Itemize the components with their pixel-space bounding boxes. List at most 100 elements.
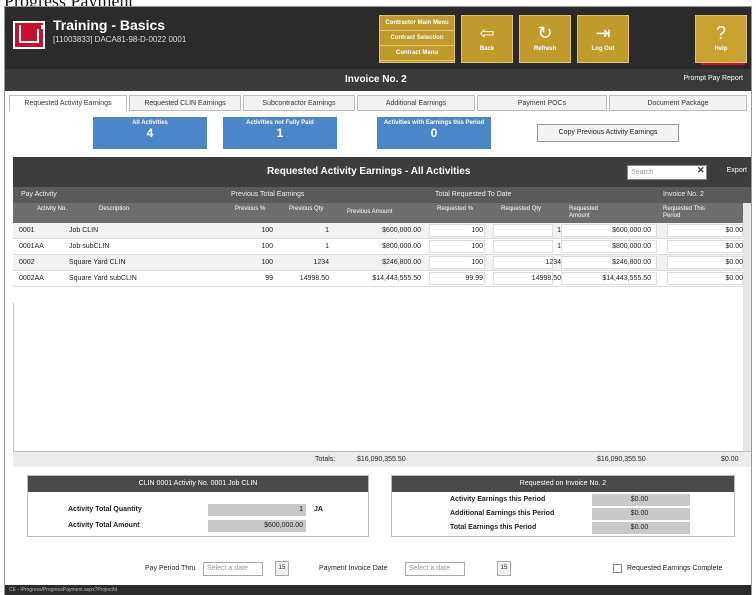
title-bar: Invoice No. 2 Prompt Pay Report: [5, 69, 751, 91]
help-underline: [701, 63, 745, 65]
help-button[interactable]: ? Help: [695, 15, 747, 63]
tab-subcontractor-earnings[interactable]: Subcontractor Earnings: [243, 95, 355, 111]
app-header: Training - Basics [11003833] DACA81-98-D…: [5, 7, 751, 69]
tab-additional-earnings[interactable]: Additional Earnings: [357, 95, 475, 111]
cell-prev-pct: 99: [265, 275, 273, 282]
activity-detail-panel: CLIN 0001 Activity No. 0001 Job CLIN Act…: [27, 475, 369, 537]
cell-period: $0.00: [725, 227, 743, 234]
editable-cell[interactable]: [493, 224, 553, 237]
invoice-title: Invoice No. 2: [345, 74, 407, 85]
col-previous-pct[interactable]: Previous %: [235, 206, 275, 213]
grid-scrollbar[interactable]: [743, 203, 751, 463]
export-button[interactable]: Export: [727, 167, 747, 174]
col-previous-qty[interactable]: Previous Qty: [289, 206, 329, 213]
table-row[interactable]: 0001 Job CLIN 100 1 $600,000.00 100 1 $600,000.…: [13, 223, 751, 239]
cell-prev-amt: $14,443,555.50: [372, 275, 421, 282]
table-row[interactable]: 0002 Square Yard CLIN 100 1234 $246,800.00 10…: [13, 255, 751, 271]
cell-period: $0.00: [725, 243, 743, 250]
cell-prev-amt: $800,000.00: [382, 243, 421, 250]
menu-contract-selection[interactable]: Contract Selection: [380, 31, 454, 46]
activity-qty-value: 1: [208, 504, 306, 516]
cell-activity: 0002: [19, 259, 35, 266]
table-row[interactable]: 0002AA Square Yard subCLIN 99 14998.50 $14,4…: [13, 271, 751, 287]
cell-req-pct: 99.99: [465, 275, 483, 282]
cell-prev-qty: 1: [325, 243, 329, 250]
cell-req-pct: 100: [471, 259, 483, 266]
cell-req-pct: 100: [471, 227, 483, 234]
cell-req-amt: $246,800.00: [612, 259, 651, 266]
grid-rows: 0001 Job CLIN 100 1 $600,000.00 100 1 $600,000.…: [13, 223, 751, 287]
col-requested-qty[interactable]: Requested Qty: [501, 206, 545, 213]
cell-activity: 0001AA: [19, 243, 44, 250]
editable-cell[interactable]: [493, 256, 553, 269]
earnings-complete-checkbox[interactable]: [613, 564, 622, 573]
castle-logo-icon: [13, 21, 45, 49]
cell-req-qty: 1: [557, 243, 561, 250]
activity-detail-header: CLIN 0001 Activity No. 0001 Job CLIN: [28, 476, 368, 492]
refresh-button[interactable]: ↻ Refresh: [519, 15, 571, 63]
cell-prev-pct: 100: [261, 259, 273, 266]
tile-not-fully-paid[interactable]: Activities not Fully Paid 1: [223, 117, 337, 149]
cell-req-amt: $800,000.00: [612, 243, 651, 250]
cell-desc: Square Yard CLIN: [69, 259, 126, 266]
cell-desc: Job CLIN: [69, 227, 99, 234]
cell-activity: 0001: [19, 227, 35, 234]
col-requested-this-period[interactable]: Requested This Period: [663, 206, 723, 220]
grid-empty-area: [13, 303, 751, 451]
invoice-summary-header: Requested on Invoice No. 2: [392, 476, 734, 492]
logout-button[interactable]: ⇥ Log Out: [577, 15, 629, 63]
app-title: Training - Basics: [53, 17, 166, 33]
col-previous-amount[interactable]: Previous Amount: [347, 209, 392, 216]
cell-req-pct: 100: [471, 243, 483, 250]
menu-contractor-main[interactable]: Contractor Main Menu: [380, 16, 454, 31]
grid-column-header: Activity No. Description Previous % Prev…: [13, 203, 751, 223]
grid-title: Requested Activity Earnings - All Activi…: [267, 166, 471, 177]
grid-totals-row: Totals: $16,090,355.50 $16,090,355.50 $0…: [13, 451, 751, 467]
invoice-summary-panel: Requested on Invoice No. 2 Activity Earn…: [391, 475, 735, 537]
tab-requested-activity-earnings[interactable]: Requested Activity Earnings: [9, 95, 127, 111]
total-this-period: $0.00: [721, 456, 739, 463]
clear-search-icon[interactable]: ✕: [697, 165, 705, 176]
help-icon: ?: [715, 23, 726, 43]
app-window: Training - Basics [11003833] DACA81-98-D…: [4, 6, 752, 595]
cell-prev-amt: $600,000.00: [382, 227, 421, 234]
arrow-left-icon: ⇦: [479, 23, 495, 43]
cell-period: $0.00: [725, 275, 743, 282]
status-bar: CE - iProgress/ProgressPayment.aspx?Proj…: [5, 585, 751, 595]
total-previous-amount: $16,090,355.50: [357, 456, 406, 463]
back-button[interactable]: ⇦ Back: [461, 15, 513, 63]
copy-previous-earnings-button[interactable]: Copy Previous Activity Earnings: [537, 124, 679, 142]
footer-fields: Pay Period Thru Select a date 15 Payment…: [13, 561, 751, 579]
pay-period-date-input[interactable]: Select a date: [203, 562, 263, 576]
col-requested-amount[interactable]: Requested Amount: [569, 206, 619, 220]
logout-icon: ⇥: [595, 23, 611, 43]
refresh-icon: ↻: [537, 23, 553, 43]
menu-stack: Contractor Main Menu Contract Selection …: [379, 15, 455, 63]
grid-group-header: Pay Activity Previous Total Earnings Tot…: [13, 187, 751, 203]
editable-cell[interactable]: [493, 240, 553, 253]
grid-toolbar: Requested Activity Earnings - All Activi…: [13, 157, 751, 187]
tab-document-package[interactable]: Document Package: [609, 95, 747, 111]
calendar-icon[interactable]: 15: [275, 561, 289, 576]
tab-payment-pocs[interactable]: Payment POCs: [477, 95, 607, 111]
cell-prev-qty: 1234: [313, 259, 329, 266]
cell-prev-amt: $246,800.00: [382, 259, 421, 266]
menu-contract-menu[interactable]: Contract Menu: [380, 46, 454, 61]
table-row[interactable]: 0001AA Job subCLIN 100 1 $800,000.00 100 1 $800…: [13, 239, 751, 255]
cell-activity: 0002AA: [19, 275, 44, 282]
cell-prev-pct: 100: [261, 227, 273, 234]
calendar-icon[interactable]: 15: [497, 561, 511, 576]
cell-req-amt: $14,443,555.50: [602, 275, 651, 282]
tile-all-activities[interactable]: All Activities 4: [93, 117, 207, 149]
cell-prev-qty: 1: [325, 227, 329, 234]
tab-requested-clin-earnings[interactable]: Requested CLIN Earnings: [129, 95, 241, 111]
grid-search-input[interactable]: Search: [627, 165, 707, 180]
tile-earnings-this-period[interactable]: Activities with Earnings this Period 0: [377, 117, 491, 149]
col-requested-pct[interactable]: Requested %: [437, 206, 481, 213]
col-description[interactable]: Description: [99, 206, 129, 213]
prompt-pay-report-link[interactable]: Prompt Pay Report: [683, 75, 743, 82]
cell-req-amt: $600,000.00: [612, 227, 651, 234]
col-activity-no[interactable]: Activity No.: [37, 206, 81, 213]
contract-subtitle: [11003833] DACA81-98-D-0022 0001: [53, 35, 187, 44]
payment-date-input[interactable]: Select a date: [405, 562, 465, 576]
